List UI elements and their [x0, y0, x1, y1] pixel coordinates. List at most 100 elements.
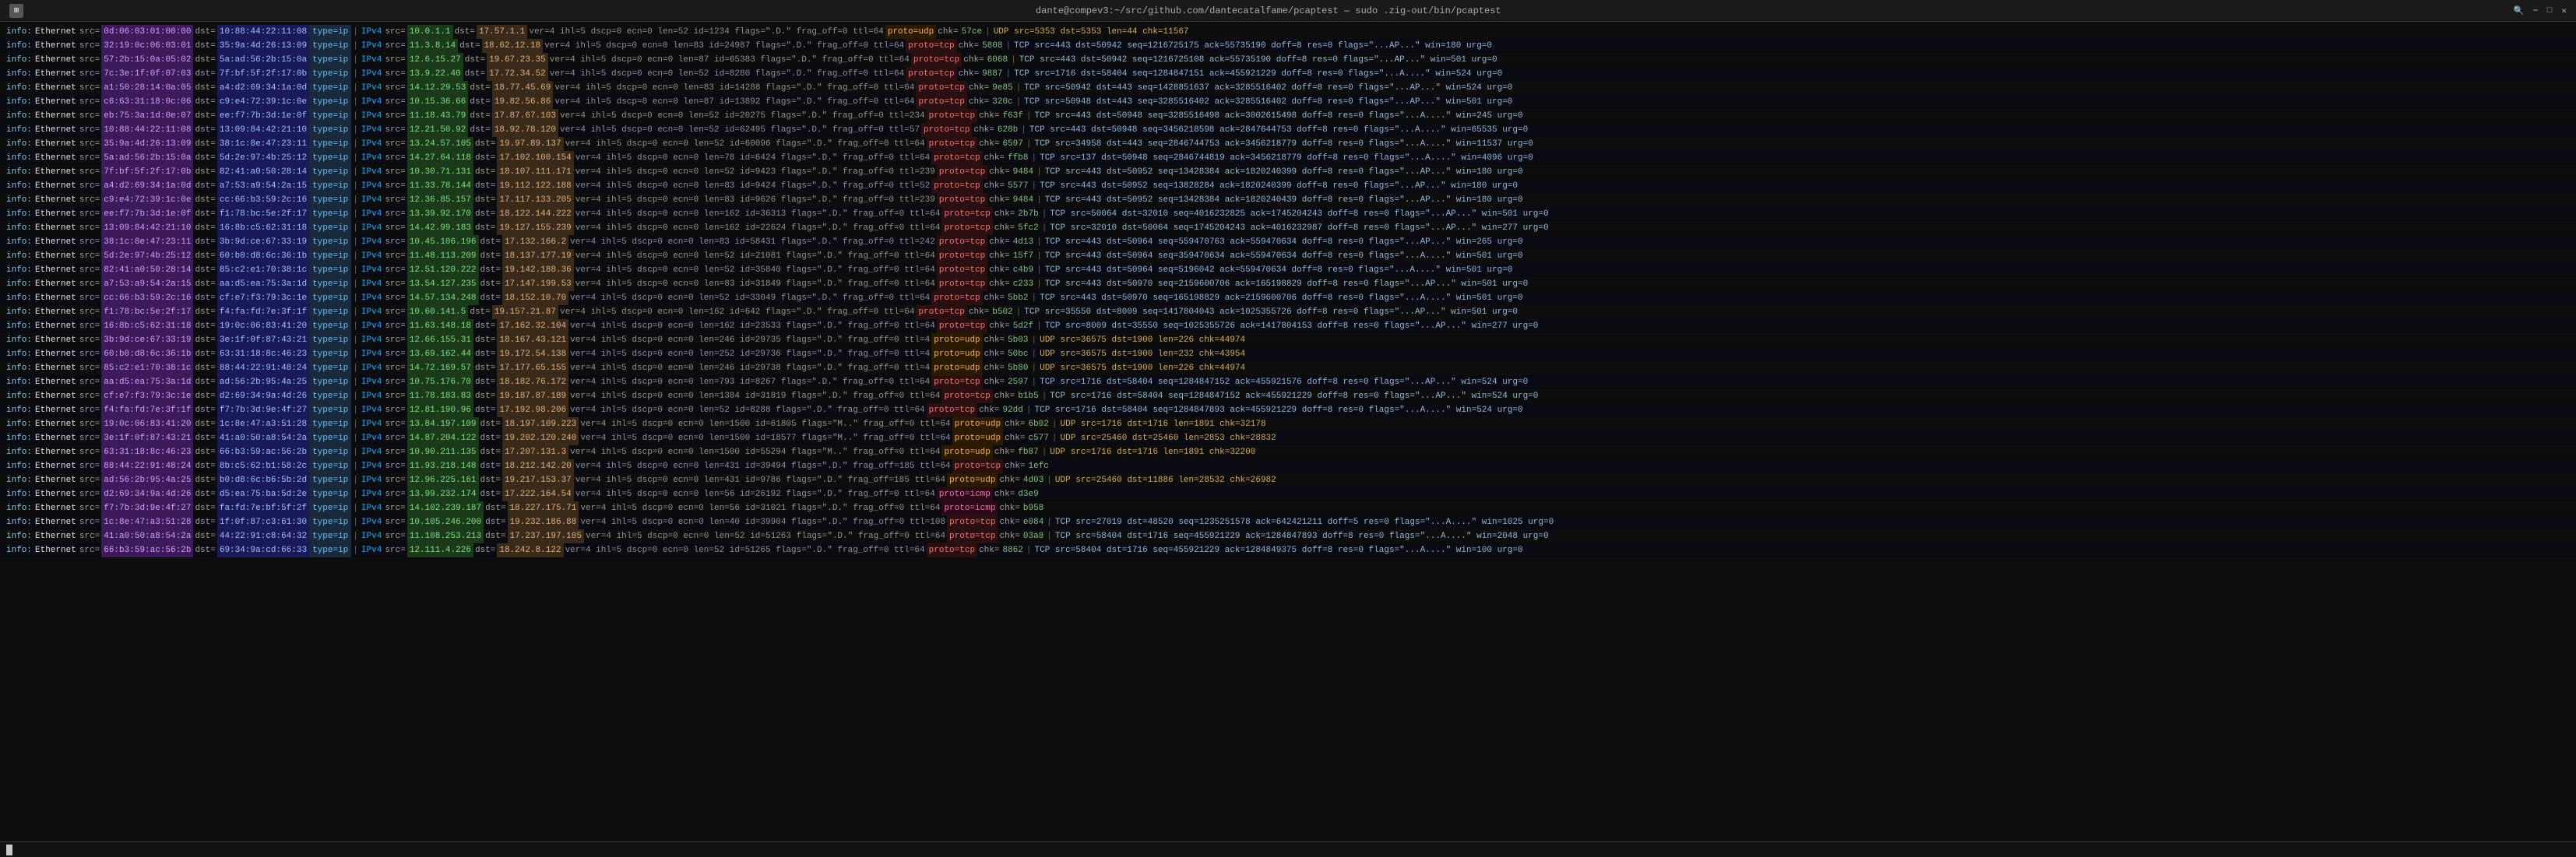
- log-level: info:: [5, 81, 33, 95]
- ip-fields: ver=4 ihl=5 dscp=0 ecn=0 len=56 id=31021…: [579, 501, 941, 515]
- eth-src-label: src=: [78, 445, 101, 459]
- ip-src-val: 11.108.253.213: [407, 529, 484, 543]
- chk-val: 57ce: [960, 25, 984, 39]
- ipv4-label: IPv4: [360, 277, 383, 291]
- eth-src-label: src=: [78, 39, 101, 53]
- ipv4-label: IPv4: [360, 291, 383, 305]
- eth-type: type=ip: [309, 473, 351, 487]
- log-level: info:: [5, 375, 33, 389]
- title-bar-controls[interactable]: 🔍 ⎯ □ ✕: [2514, 5, 2567, 16]
- eth-dst-label: dst=: [193, 305, 216, 319]
- eth-dst-mac: 8b:c5:62:b1:58:2c: [217, 459, 309, 473]
- chk-label: chk=: [972, 123, 995, 137]
- eth-label: Ethernet: [33, 165, 78, 179]
- ip-src-label: src=: [383, 193, 406, 207]
- eth-src-mac: c6:63:31:18:0c:06: [101, 95, 193, 109]
- ip-fields: ver=4 ihl=5 dscp=0 ecn=0 len=1500 id=552…: [568, 445, 941, 459]
- ip-dst-label: dst=: [484, 501, 507, 515]
- pipe1: |: [351, 473, 360, 487]
- proto-badge: proto=tcp: [927, 403, 977, 417]
- log-line: info: Ethernet src=19:0c:06:83:41:20 dst…: [0, 417, 2576, 431]
- log-line: info: Ethernet src=5a:ad:56:2b:15:0a dst…: [0, 151, 2576, 165]
- eth-src-mac: 10:88:44:22:11:08: [101, 123, 193, 137]
- log-line: info: Ethernet src=13:09:84:42:21:10 dst…: [0, 221, 2576, 235]
- ip-src-val: 10.60.141.5: [407, 305, 469, 319]
- eth-type: type=ip: [309, 221, 351, 235]
- ip-src-val: 12.36.85.157: [407, 193, 473, 207]
- close-icon[interactable]: ✕: [2561, 5, 2567, 16]
- proto-badge: proto=tcp: [947, 515, 998, 529]
- tcp-detail: TCP src=443 dst=50964 seq=559470763 ack=…: [1043, 235, 1525, 249]
- eth-label: Ethernet: [33, 137, 78, 151]
- proto-badge: proto=tcp: [927, 109, 977, 123]
- minimize-icon[interactable]: ⎯: [2533, 6, 2538, 16]
- eth-src-label: src=: [78, 95, 101, 109]
- ipv4-label: IPv4: [360, 459, 383, 473]
- ip-src-val: 10.90.211.135: [407, 445, 479, 459]
- proto-badge: proto=tcp: [906, 67, 956, 81]
- pipe2: |: [1015, 95, 1023, 109]
- ip-dst-val: 19.82.56.86: [492, 95, 554, 109]
- ip-src-label: src=: [383, 473, 406, 487]
- tcp-detail: TCP src=1716 dst=58404 seq=1284847151 ac…: [1012, 67, 1504, 81]
- proto-badge: proto=udp: [952, 431, 1003, 445]
- eth-label: Ethernet: [33, 417, 78, 431]
- search-icon[interactable]: 🔍: [2514, 5, 2525, 16]
- proto-badge: proto=tcp: [931, 375, 982, 389]
- log-level: info:: [5, 277, 33, 291]
- ipv4-label: IPv4: [360, 319, 383, 333]
- proto-badge: proto=udp: [952, 417, 1003, 431]
- ip-fields: ver=4 ihl=5 dscp=0 ecn=0 len=793 id=8267…: [568, 375, 931, 389]
- tcp-detail: TCP src=443 dst=50970 seq=165198829 ack=…: [1038, 291, 1525, 305]
- ip-dst-val: 19.127.155.239: [497, 221, 573, 235]
- pipe1: |: [351, 25, 360, 39]
- eth-label: Ethernet: [33, 221, 78, 235]
- chk-label: chk=: [987, 165, 1011, 179]
- ip-dst-val: 18.197.109.223: [502, 417, 579, 431]
- ip-fields: ver=4 ihl=5 dscp=0 ecn=0 len=87 id=65383…: [548, 53, 911, 67]
- proto-badge: proto=tcp: [937, 235, 987, 249]
- ip-dst-label: dst=: [463, 67, 487, 81]
- tcp-detail: TCP src=58404 dst=1716 seq=455921229 ack…: [1054, 529, 1550, 543]
- eth-dst-label: dst=: [193, 109, 216, 123]
- log-level: info:: [5, 291, 33, 305]
- ip-src-label: src=: [383, 459, 406, 473]
- ip-dst-label: dst=: [484, 515, 507, 529]
- ip-dst-label: dst=: [473, 375, 497, 389]
- eth-src-mac: a7:53:a9:54:2a:15: [101, 277, 193, 291]
- ip-dst-val: 17.177.65.155: [497, 361, 568, 375]
- maximize-icon[interactable]: □: [2547, 6, 2553, 16]
- log-line: info: Ethernet src=c6:63:31:18:0c:06 dst…: [0, 95, 2576, 109]
- eth-src-label: src=: [78, 207, 101, 221]
- eth-src-label: src=: [78, 25, 101, 39]
- pipe1: |: [351, 487, 360, 501]
- eth-dst-mac: 7f:bf:5f:2f:17:0b: [217, 67, 309, 81]
- tcp-detail: TCP src=443 dst=50948 seq=3285516498 ack…: [1033, 109, 1525, 123]
- eth-label: Ethernet: [33, 445, 78, 459]
- eth-label: Ethernet: [33, 361, 78, 375]
- ipv4-label: IPv4: [360, 137, 383, 151]
- pipe2: |: [1035, 263, 1043, 277]
- ip-src-val: 12.21.50.92: [407, 123, 469, 137]
- pipe1: |: [351, 179, 360, 193]
- eth-dst-label: dst=: [193, 81, 216, 95]
- eth-src-label: src=: [78, 165, 101, 179]
- log-line: info: Ethernet src=f4:fa:fd:7e:3f:1f dst…: [0, 403, 2576, 417]
- ip-fields: ver=4 ihl=5 dscp=0 ecn=0 len=83 id=58431…: [568, 235, 937, 249]
- eth-label: Ethernet: [33, 25, 78, 39]
- eth-type: type=ip: [309, 151, 351, 165]
- eth-src-mac: cc:66:b3:59:2c:16: [101, 291, 193, 305]
- ip-dst-val: 19.157.21.87: [492, 305, 558, 319]
- ip-src-val: 14.57.134.248: [407, 291, 479, 305]
- ipv4-label: IPv4: [360, 473, 383, 487]
- ipv4-label: IPv4: [360, 179, 383, 193]
- ip-src-label: src=: [383, 53, 406, 67]
- eth-type: type=ip: [309, 389, 351, 403]
- ip-src-val: 12.66.155.31: [407, 333, 473, 347]
- ipv4-label: IPv4: [360, 193, 383, 207]
- ip-fields: ver=4 ihl=5 dscp=0 ecn=0 len=78 id=6424 …: [574, 151, 931, 165]
- ip-dst-label: dst=: [479, 291, 502, 305]
- log-level: info:: [5, 445, 33, 459]
- pipe1: |: [351, 221, 360, 235]
- pipe2: |: [1035, 249, 1043, 263]
